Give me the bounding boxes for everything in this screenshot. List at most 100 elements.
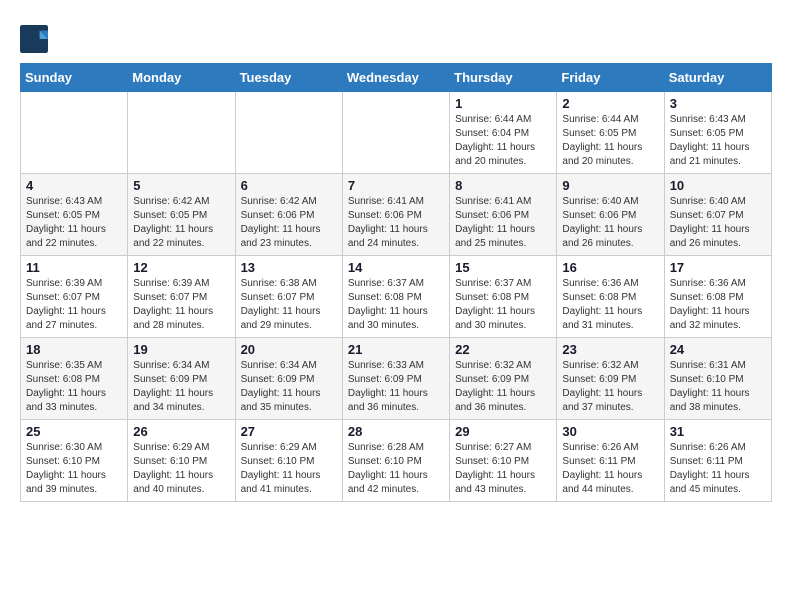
day-info: Sunrise: 6:34 AM Sunset: 6:09 PM Dayligh…	[133, 359, 229, 415]
header-monday: Monday	[128, 64, 235, 92]
header-friday: Friday	[557, 64, 664, 92]
day-info: Sunrise: 6:27 AM Sunset: 6:10 PM Dayligh…	[455, 441, 551, 497]
day-number: 24	[670, 342, 766, 357]
day-number: 7	[348, 178, 444, 193]
day-info: Sunrise: 6:40 AM Sunset: 6:06 PM Dayligh…	[562, 195, 658, 251]
calendar-cell: 2 Sunrise: 6:44 AM Sunset: 6:05 PM Daylig…	[557, 92, 664, 174]
calendar-cell	[235, 92, 342, 174]
calendar-cell	[128, 92, 235, 174]
logo	[20, 25, 52, 53]
calendar-cell: 26 Sunrise: 6:29 AM Sunset: 6:10 PM Dayli…	[128, 420, 235, 502]
header-sunday: Sunday	[21, 64, 128, 92]
day-number: 21	[348, 342, 444, 357]
day-number: 17	[670, 260, 766, 275]
calendar-cell: 17 Sunrise: 6:36 AM Sunset: 6:08 PM Dayli…	[664, 256, 771, 338]
calendar-cell	[21, 92, 128, 174]
day-info: Sunrise: 6:39 AM Sunset: 6:07 PM Dayligh…	[133, 277, 229, 333]
calendar-cell	[342, 92, 449, 174]
week-row-3: 11 Sunrise: 6:39 AM Sunset: 6:07 PM Dayli…	[21, 256, 772, 338]
calendar-cell: 8 Sunrise: 6:41 AM Sunset: 6:06 PM Daylig…	[450, 174, 557, 256]
calendar-cell: 22 Sunrise: 6:32 AM Sunset: 6:09 PM Dayli…	[450, 338, 557, 420]
day-info: Sunrise: 6:32 AM Sunset: 6:09 PM Dayligh…	[562, 359, 658, 415]
calendar-cell: 30 Sunrise: 6:26 AM Sunset: 6:11 PM Dayli…	[557, 420, 664, 502]
day-number: 18	[26, 342, 122, 357]
day-info: Sunrise: 6:42 AM Sunset: 6:06 PM Dayligh…	[241, 195, 337, 251]
day-info: Sunrise: 6:44 AM Sunset: 6:04 PM Dayligh…	[455, 113, 551, 169]
day-info: Sunrise: 6:29 AM Sunset: 6:10 PM Dayligh…	[133, 441, 229, 497]
day-info: Sunrise: 6:43 AM Sunset: 6:05 PM Dayligh…	[26, 195, 122, 251]
day-number: 22	[455, 342, 551, 357]
day-number: 14	[348, 260, 444, 275]
day-info: Sunrise: 6:30 AM Sunset: 6:10 PM Dayligh…	[26, 441, 122, 497]
day-number: 11	[26, 260, 122, 275]
day-info: Sunrise: 6:37 AM Sunset: 6:08 PM Dayligh…	[348, 277, 444, 333]
calendar-cell: 19 Sunrise: 6:34 AM Sunset: 6:09 PM Dayli…	[128, 338, 235, 420]
calendar-cell: 3Sunrise: 6:43 AM Sunset: 6:05 PM Daylig…	[664, 92, 771, 174]
day-info: Sunrise: 6:29 AM Sunset: 6:10 PM Dayligh…	[241, 441, 337, 497]
day-info: Sunrise: 6:36 AM Sunset: 6:08 PM Dayligh…	[670, 277, 766, 333]
day-info: Sunrise: 6:28 AM Sunset: 6:10 PM Dayligh…	[348, 441, 444, 497]
day-info: Sunrise: 6:43 AM Sunset: 6:05 PM Dayligh…	[670, 113, 766, 169]
calendar-cell: 20 Sunrise: 6:34 AM Sunset: 6:09 PM Dayli…	[235, 338, 342, 420]
day-info: Sunrise: 6:35 AM Sunset: 6:08 PM Dayligh…	[26, 359, 122, 415]
calendar-cell: 31 Sunrise: 6:26 AM Sunset: 6:11 PM Dayli…	[664, 420, 771, 502]
day-info: Sunrise: 6:42 AM Sunset: 6:05 PM Dayligh…	[133, 195, 229, 251]
calendar-table: SundayMondayTuesdayWednesdayThursdayFrid…	[20, 63, 772, 502]
day-info: Sunrise: 6:32 AM Sunset: 6:09 PM Dayligh…	[455, 359, 551, 415]
logo-icon	[20, 25, 48, 53]
calendar-cell: 5 Sunrise: 6:42 AM Sunset: 6:05 PM Daylig…	[128, 174, 235, 256]
day-number: 27	[241, 424, 337, 439]
calendar-cell: 16 Sunrise: 6:36 AM Sunset: 6:08 PM Dayli…	[557, 256, 664, 338]
day-info: Sunrise: 6:41 AM Sunset: 6:06 PM Dayligh…	[455, 195, 551, 251]
week-row-5: 25 Sunrise: 6:30 AM Sunset: 6:10 PM Dayli…	[21, 420, 772, 502]
day-number: 8	[455, 178, 551, 193]
day-number: 29	[455, 424, 551, 439]
day-info: Sunrise: 6:34 AM Sunset: 6:09 PM Dayligh…	[241, 359, 337, 415]
day-info: Sunrise: 6:31 AM Sunset: 6:10 PM Dayligh…	[670, 359, 766, 415]
day-number: 20	[241, 342, 337, 357]
calendar-cell: 10Sunrise: 6:40 AM Sunset: 6:07 PM Dayli…	[664, 174, 771, 256]
day-number: 23	[562, 342, 658, 357]
day-info: Sunrise: 6:44 AM Sunset: 6:05 PM Dayligh…	[562, 113, 658, 169]
day-number: 25	[26, 424, 122, 439]
day-info: Sunrise: 6:36 AM Sunset: 6:08 PM Dayligh…	[562, 277, 658, 333]
calendar-cell: 9 Sunrise: 6:40 AM Sunset: 6:06 PM Daylig…	[557, 174, 664, 256]
day-info: Sunrise: 6:37 AM Sunset: 6:08 PM Dayligh…	[455, 277, 551, 333]
calendar-cell: 15 Sunrise: 6:37 AM Sunset: 6:08 PM Dayli…	[450, 256, 557, 338]
day-number: 2	[562, 96, 658, 111]
day-info: Sunrise: 6:39 AM Sunset: 6:07 PM Dayligh…	[26, 277, 122, 333]
day-info: Sunrise: 6:26 AM Sunset: 6:11 PM Dayligh…	[562, 441, 658, 497]
day-info: Sunrise: 6:26 AM Sunset: 6:11 PM Dayligh…	[670, 441, 766, 497]
day-number: 4	[26, 178, 122, 193]
calendar-cell: 25 Sunrise: 6:30 AM Sunset: 6:10 PM Dayli…	[21, 420, 128, 502]
day-number: 28	[348, 424, 444, 439]
day-number: 10	[670, 178, 766, 193]
day-number: 26	[133, 424, 229, 439]
header-row: SundayMondayTuesdayWednesdayThursdayFrid…	[21, 64, 772, 92]
day-number: 31	[670, 424, 766, 439]
calendar-cell: 24 Sunrise: 6:31 AM Sunset: 6:10 PM Dayli…	[664, 338, 771, 420]
calendar-cell: 23 Sunrise: 6:32 AM Sunset: 6:09 PM Dayli…	[557, 338, 664, 420]
week-row-1: 1Sunrise: 6:44 AM Sunset: 6:04 PM Daylig…	[21, 92, 772, 174]
calendar-cell: 11 Sunrise: 6:39 AM Sunset: 6:07 PM Dayli…	[21, 256, 128, 338]
calendar-cell: 28 Sunrise: 6:28 AM Sunset: 6:10 PM Dayli…	[342, 420, 449, 502]
calendar-cell: 21 Sunrise: 6:33 AM Sunset: 6:09 PM Dayli…	[342, 338, 449, 420]
week-row-2: 4 Sunrise: 6:43 AM Sunset: 6:05 PM Daylig…	[21, 174, 772, 256]
calendar-cell: 6Sunrise: 6:42 AM Sunset: 6:06 PM Daylig…	[235, 174, 342, 256]
day-number: 5	[133, 178, 229, 193]
day-number: 15	[455, 260, 551, 275]
day-number: 30	[562, 424, 658, 439]
day-number: 9	[562, 178, 658, 193]
day-info: Sunrise: 6:33 AM Sunset: 6:09 PM Dayligh…	[348, 359, 444, 415]
calendar-body: 1Sunrise: 6:44 AM Sunset: 6:04 PM Daylig…	[21, 92, 772, 502]
day-info: Sunrise: 6:41 AM Sunset: 6:06 PM Dayligh…	[348, 195, 444, 251]
calendar-cell: 1Sunrise: 6:44 AM Sunset: 6:04 PM Daylig…	[450, 92, 557, 174]
header-thursday: Thursday	[450, 64, 557, 92]
day-number: 16	[562, 260, 658, 275]
calendar-header: SundayMondayTuesdayWednesdayThursdayFrid…	[21, 64, 772, 92]
calendar-cell: 13Sunrise: 6:38 AM Sunset: 6:07 PM Dayli…	[235, 256, 342, 338]
day-number: 13	[241, 260, 337, 275]
calendar-cell: 7 Sunrise: 6:41 AM Sunset: 6:06 PM Daylig…	[342, 174, 449, 256]
day-number: 12	[133, 260, 229, 275]
day-number: 19	[133, 342, 229, 357]
